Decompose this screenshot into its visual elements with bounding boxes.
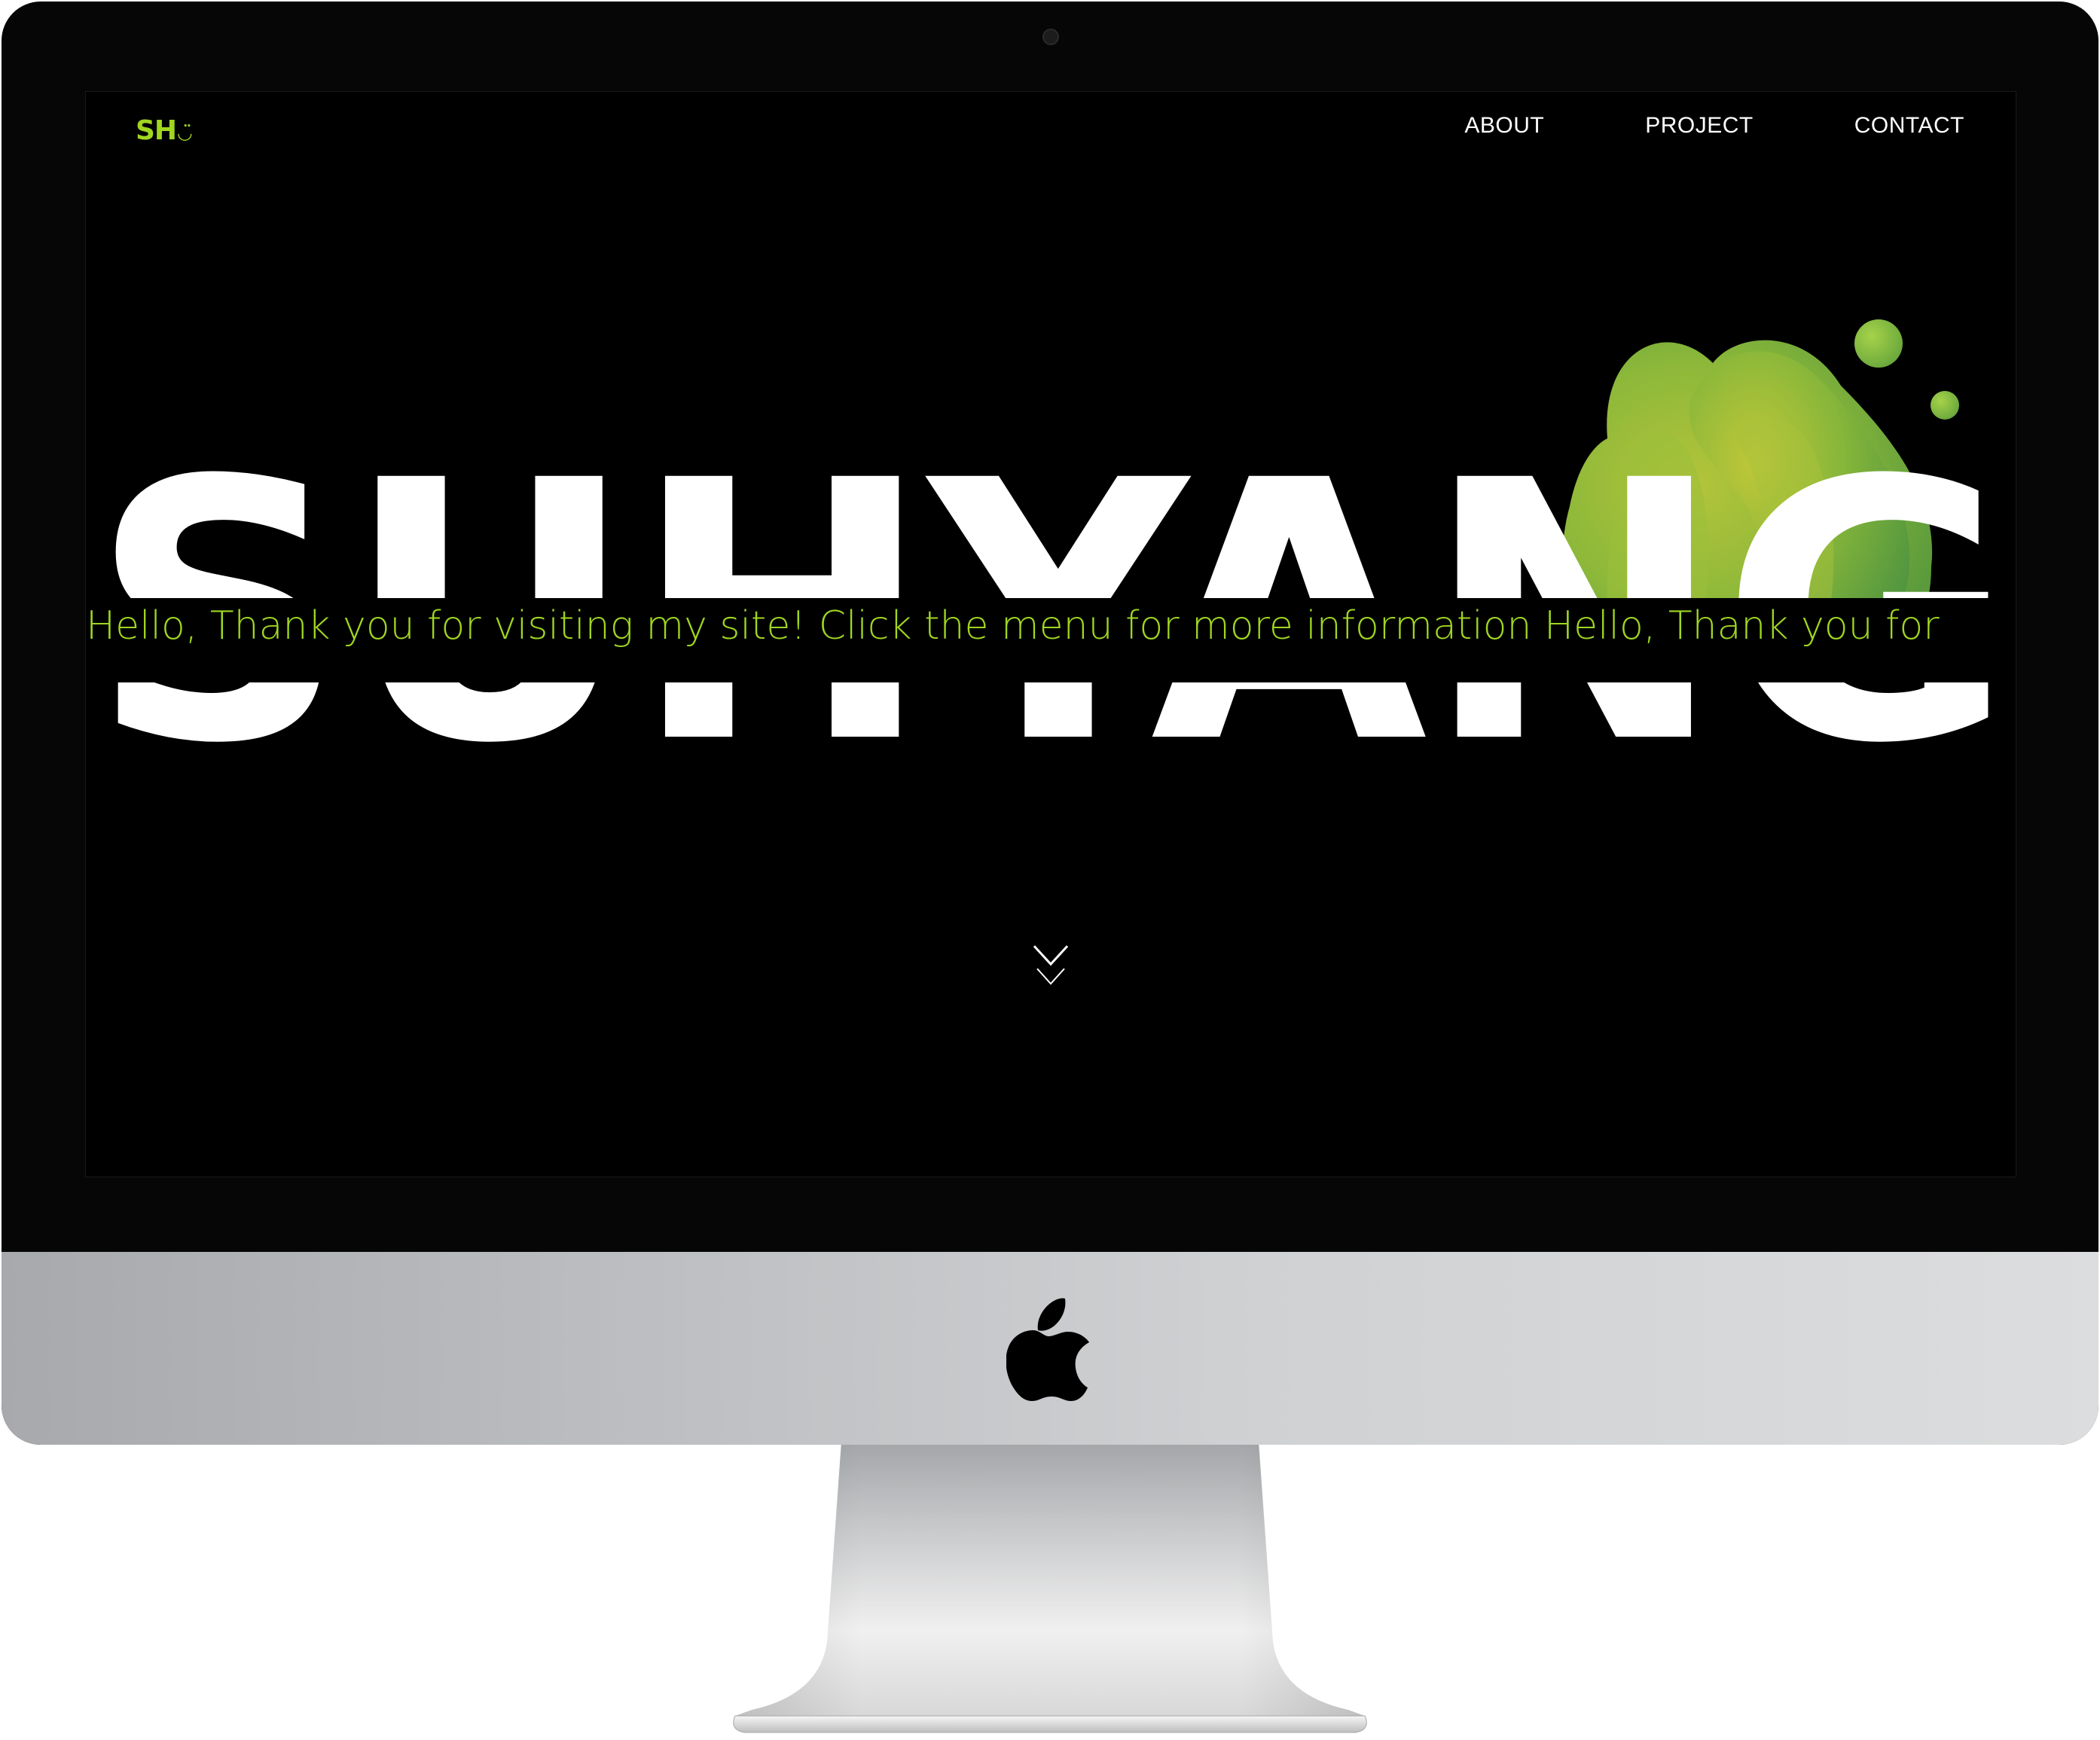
main-nav: ABOUT PROJECT CONTACT (1464, 113, 1964, 139)
site-logo[interactable]: SH ◡̈ (136, 111, 192, 149)
logo-text: SH (136, 114, 177, 146)
camera-icon (1042, 29, 1059, 45)
imac-bezel: SH ◡̈ ABOUT PROJECT CONTACT Hello, Thank… (2, 2, 2098, 1445)
smile-icon: ◡̈ (178, 122, 191, 143)
apple-logo-icon (1006, 1298, 1089, 1401)
double-chevron-down-icon[interactable] (1033, 943, 1069, 991)
nav-contact-link[interactable]: CONTACT (1854, 113, 1964, 139)
imac-frame: SH ◡̈ ABOUT PROJECT CONTACT Hello, Thank… (0, 0, 2100, 1740)
website-screen: SH ◡̈ ABOUT PROJECT CONTACT Hello, Thank… (85, 91, 2016, 1177)
nav-about-link[interactable]: ABOUT (1464, 113, 1544, 139)
imac-chin (2, 1252, 2098, 1445)
marquee-text: Hello, Thank you for visiting my site! C… (86, 603, 1940, 649)
nav-project-link[interactable]: PROJECT (1645, 113, 1754, 139)
